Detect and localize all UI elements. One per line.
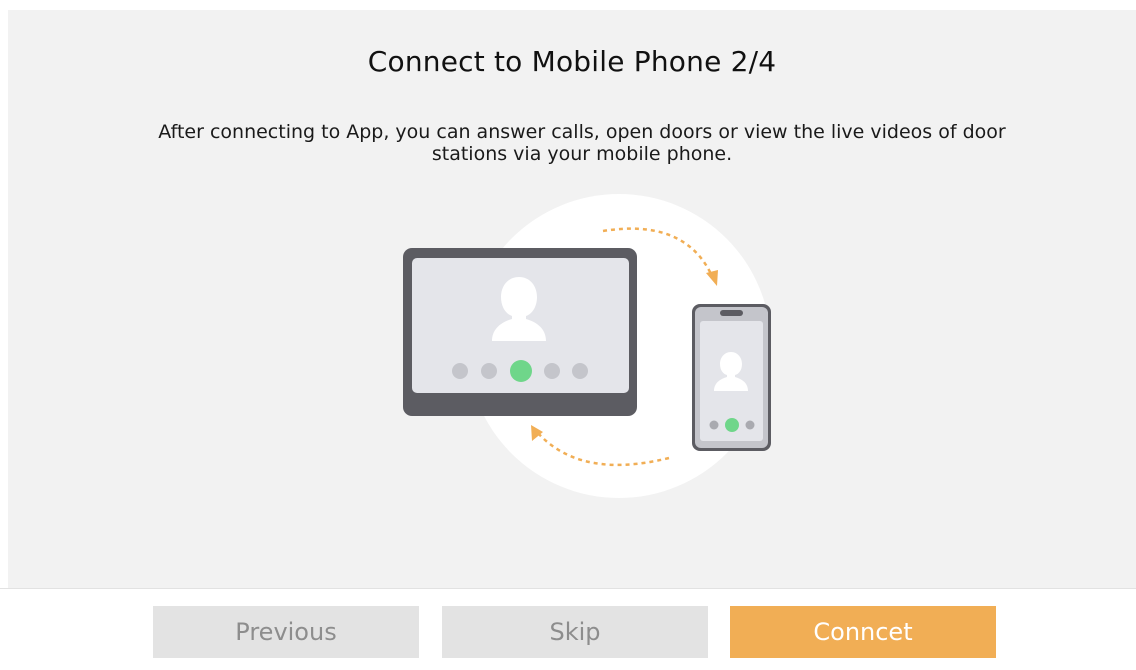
wizard-footer: Previous Skip Conncet	[0, 588, 1136, 670]
previous-button[interactable]: Previous	[153, 606, 419, 658]
call-accept-icon	[510, 360, 532, 382]
indoor-station-icon	[403, 248, 637, 416]
connect-illustration	[403, 194, 771, 498]
skip-button[interactable]: Skip	[442, 606, 708, 658]
connect-button[interactable]: Conncet	[730, 606, 996, 658]
mobile-phone-icon	[692, 304, 771, 451]
